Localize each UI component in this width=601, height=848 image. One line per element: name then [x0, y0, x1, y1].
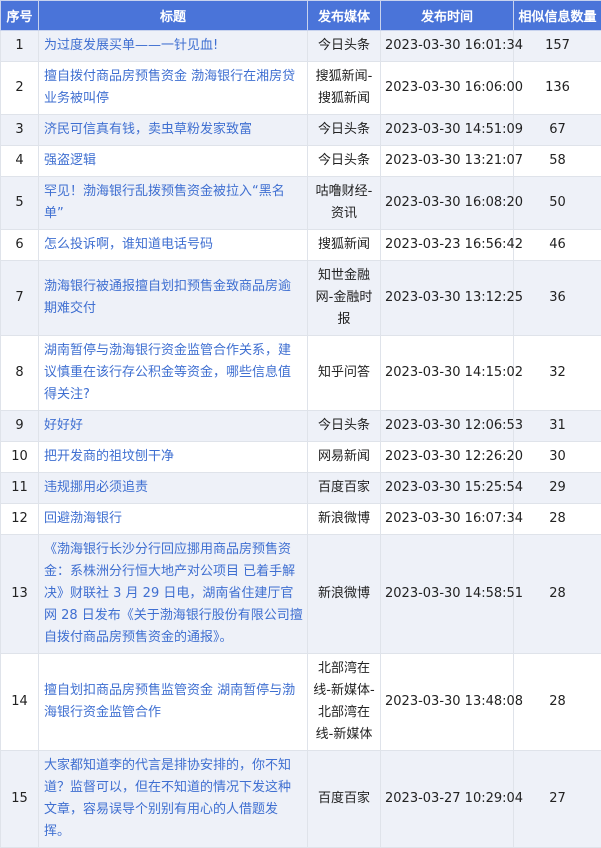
row-similar-count: 58 — [514, 146, 601, 177]
row-index: 9 — [1, 411, 39, 442]
row-media: 网易新闻 — [308, 442, 381, 473]
row-title-link[interactable]: 把开发商的祖坟刨干净 — [39, 442, 308, 473]
table-row: 14擅自划扣商品房预售监管资金 湖南暂停与渤海银行资金监管合作北部湾在线-新媒体… — [1, 654, 601, 751]
header-row: 序号 标题 发布媒体 发布时间 相似信息数量 — [1, 1, 601, 31]
header-title[interactable]: 标题 — [39, 1, 308, 31]
row-title-link[interactable]: 为过度发展买单——一针见血! — [39, 31, 308, 62]
row-index: 7 — [1, 261, 39, 336]
row-title-link[interactable]: 济民可信真有钱，卖虫草粉发家致富 — [39, 115, 308, 146]
row-time: 2023-03-30 13:12:25 — [381, 261, 514, 336]
row-index: 8 — [1, 336, 39, 411]
header-media[interactable]: 发布媒体 — [308, 1, 381, 31]
row-similar-count: 27 — [514, 751, 601, 848]
row-title-link[interactable]: 罕见！渤海银行乱拨预售资金被拉入“黑名单” — [39, 177, 308, 230]
row-title-link[interactable]: 渤海银行被通报擅自划扣预售金致商品房逾期难交付 — [39, 261, 308, 336]
table-row: 10把开发商的祖坟刨干净网易新闻2023-03-30 12:26:2030 — [1, 442, 601, 473]
row-similar-count: 46 — [514, 230, 601, 261]
table-row: 5罕见！渤海银行乱拨预售资金被拉入“黑名单”咕噜财经-资讯2023-03-30 … — [1, 177, 601, 230]
table-row: 13《渤海银行长沙分行回应挪用商品房预售资金：系株洲分行恒大地产对公项目 已着手… — [1, 535, 601, 654]
row-time: 2023-03-30 16:07:34 — [381, 504, 514, 535]
table-row: 3济民可信真有钱，卖虫草粉发家致富今日头条2023-03-30 14:51:09… — [1, 115, 601, 146]
row-title-link[interactable]: 大家都知道李的代言是排协安排的，你不知道？监督可以，但在不知道的情况下发这种文章… — [39, 751, 308, 848]
table-row: 12回避渤海银行新浪微博2023-03-30 16:07:3428 — [1, 504, 601, 535]
table-row: 15大家都知道李的代言是排协安排的，你不知道？监督可以，但在不知道的情况下发这种… — [1, 751, 601, 848]
row-time: 2023-03-30 14:51:09 — [381, 115, 514, 146]
row-similar-count: 32 — [514, 336, 601, 411]
row-media: 咕噜财经-资讯 — [308, 177, 381, 230]
row-media: 新浪微博 — [308, 504, 381, 535]
row-index: 10 — [1, 442, 39, 473]
row-similar-count: 36 — [514, 261, 601, 336]
row-index: 3 — [1, 115, 39, 146]
row-time: 2023-03-30 13:21:07 — [381, 146, 514, 177]
row-title-link[interactable]: 擅自划扣商品房预售监管资金 湖南暂停与渤海银行资金监管合作 — [39, 654, 308, 751]
row-similar-count: 31 — [514, 411, 601, 442]
row-index: 4 — [1, 146, 39, 177]
row-similar-count: 157 — [514, 31, 601, 62]
table-row: 6怎么投诉啊，谁知道电话号码搜狐新闻2023-03-23 16:56:4246 — [1, 230, 601, 261]
row-time: 2023-03-30 16:01:34 — [381, 31, 514, 62]
row-index: 13 — [1, 535, 39, 654]
row-time: 2023-03-30 16:06:00 — [381, 62, 514, 115]
row-media: 知世金融网-金融时报 — [308, 261, 381, 336]
row-time: 2023-03-30 12:06:53 — [381, 411, 514, 442]
row-index: 1 — [1, 31, 39, 62]
row-title-link[interactable]: 强盗逻辑 — [39, 146, 308, 177]
row-time: 2023-03-30 14:58:51 — [381, 535, 514, 654]
row-media: 今日头条 — [308, 31, 381, 62]
row-time: 2023-03-30 16:08:20 — [381, 177, 514, 230]
row-media: 百度百家 — [308, 473, 381, 504]
row-time: 2023-03-30 14:15:02 — [381, 336, 514, 411]
row-title-link[interactable]: 违规挪用必须追责 — [39, 473, 308, 504]
row-media: 今日头条 — [308, 146, 381, 177]
row-time: 2023-03-27 10:29:04 — [381, 751, 514, 848]
row-index: 14 — [1, 654, 39, 751]
header-count[interactable]: 相似信息数量 — [514, 1, 601, 31]
row-media: 北部湾在线-新媒体-北部湾在线-新媒体 — [308, 654, 381, 751]
row-similar-count: 136 — [514, 62, 601, 115]
row-title-link[interactable]: 好好好 — [39, 411, 308, 442]
row-title-link[interactable]: 《渤海银行长沙分行回应挪用商品房预售资金：系株洲分行恒大地产对公项目 已着手解决… — [39, 535, 308, 654]
row-media: 搜狐新闻 — [308, 230, 381, 261]
row-index: 12 — [1, 504, 39, 535]
row-index: 11 — [1, 473, 39, 504]
similar-info-table: 序号 标题 发布媒体 发布时间 相似信息数量 1为过度发展买单——一针见血!今日… — [0, 0, 601, 848]
table-row: 11违规挪用必须追责百度百家2023-03-30 15:25:5429 — [1, 473, 601, 504]
row-time: 2023-03-30 15:25:54 — [381, 473, 514, 504]
row-similar-count: 28 — [514, 535, 601, 654]
table-row: 4强盗逻辑今日头条2023-03-30 13:21:0758 — [1, 146, 601, 177]
row-title-link[interactable]: 回避渤海银行 — [39, 504, 308, 535]
row-index: 5 — [1, 177, 39, 230]
row-media: 百度百家 — [308, 751, 381, 848]
table-row: 2擅自拨付商品房预售资金 渤海银行在湘房贷业务被叫停搜狐新闻-搜狐新闻2023-… — [1, 62, 601, 115]
header-time[interactable]: 发布时间 — [381, 1, 514, 31]
row-media: 新浪微博 — [308, 535, 381, 654]
row-index: 6 — [1, 230, 39, 261]
table-row: 1为过度发展买单——一针见血!今日头条2023-03-30 16:01:3415… — [1, 31, 601, 62]
row-similar-count: 67 — [514, 115, 601, 146]
row-media: 今日头条 — [308, 115, 381, 146]
row-title-link[interactable]: 擅自拨付商品房预售资金 渤海银行在湘房贷业务被叫停 — [39, 62, 308, 115]
row-similar-count: 30 — [514, 442, 601, 473]
row-time: 2023-03-30 12:26:20 — [381, 442, 514, 473]
row-index: 15 — [1, 751, 39, 848]
row-similar-count: 28 — [514, 504, 601, 535]
row-media: 搜狐新闻-搜狐新闻 — [308, 62, 381, 115]
table-row: 7渤海银行被通报擅自划扣预售金致商品房逾期难交付知世金融网-金融时报2023-0… — [1, 261, 601, 336]
row-time: 2023-03-23 16:56:42 — [381, 230, 514, 261]
row-title-link[interactable]: 怎么投诉啊，谁知道电话号码 — [39, 230, 308, 261]
header-idx[interactable]: 序号 — [1, 1, 39, 31]
row-index: 2 — [1, 62, 39, 115]
row-title-link[interactable]: 湖南暂停与渤海银行资金监管合作关系，建议慎重在该行存公积金等资金，哪些信息值得关… — [39, 336, 308, 411]
row-similar-count: 28 — [514, 654, 601, 751]
table-row: 9好好好今日头条2023-03-30 12:06:5331 — [1, 411, 601, 442]
row-similar-count: 29 — [514, 473, 601, 504]
table-row: 8湖南暂停与渤海银行资金监管合作关系，建议慎重在该行存公积金等资金，哪些信息值得… — [1, 336, 601, 411]
row-media: 知乎问答 — [308, 336, 381, 411]
row-similar-count: 50 — [514, 177, 601, 230]
row-time: 2023-03-30 13:48:08 — [381, 654, 514, 751]
row-media: 今日头条 — [308, 411, 381, 442]
